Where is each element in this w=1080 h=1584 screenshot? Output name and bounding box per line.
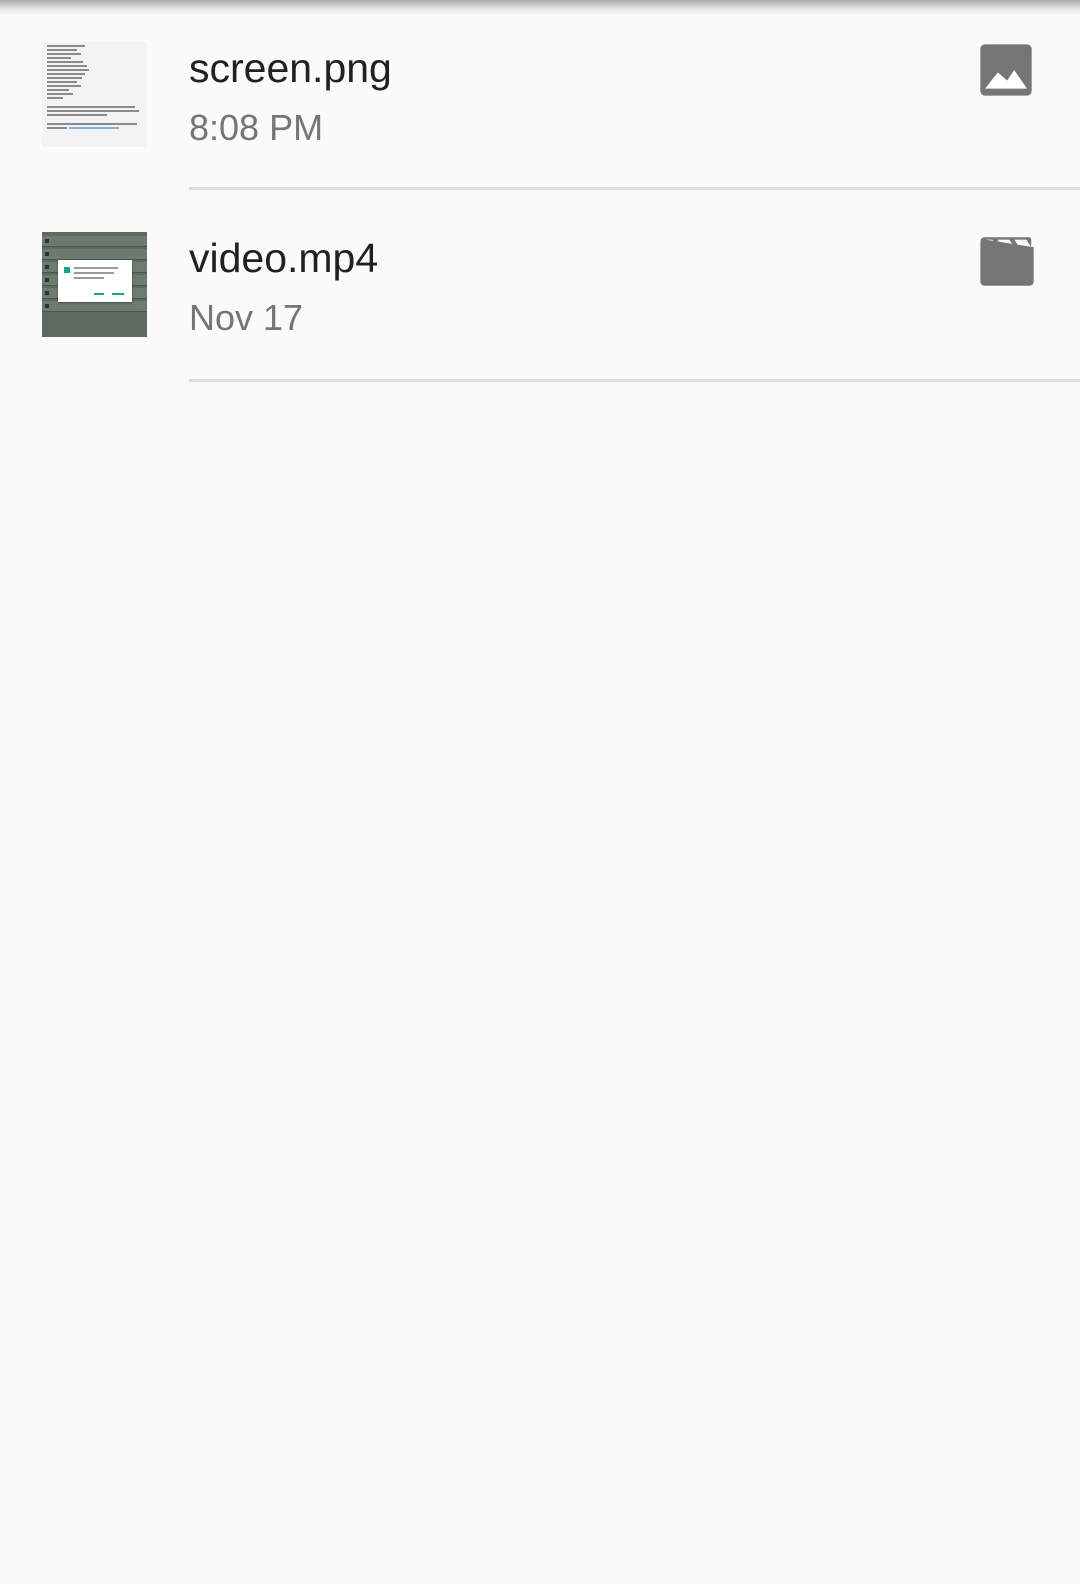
file-row-video-mp4[interactable]: video.mp4 Nov 17 bbox=[0, 190, 1080, 382]
row-divider bbox=[189, 379, 1080, 382]
file-name: screen.png bbox=[189, 45, 392, 91]
image-icon bbox=[980, 44, 1032, 96]
file-date: Nov 17 bbox=[189, 297, 304, 338]
file-row-screen-png[interactable]: screen.png 8:08 PM bbox=[0, 0, 1080, 190]
file-thumbnail bbox=[42, 42, 147, 147]
file-date: 8:08 PM bbox=[189, 107, 324, 148]
movie-clapper-icon bbox=[980, 237, 1034, 286]
file-list: screen.png 8:08 PM video.mp4 Nov 17 bbox=[0, 0, 1080, 382]
file-picker-screen: screen.png 8:08 PM video.mp4 Nov 17 bbox=[0, 0, 1080, 1584]
file-name: video.mp4 bbox=[189, 235, 379, 281]
file-thumbnail bbox=[42, 232, 147, 337]
